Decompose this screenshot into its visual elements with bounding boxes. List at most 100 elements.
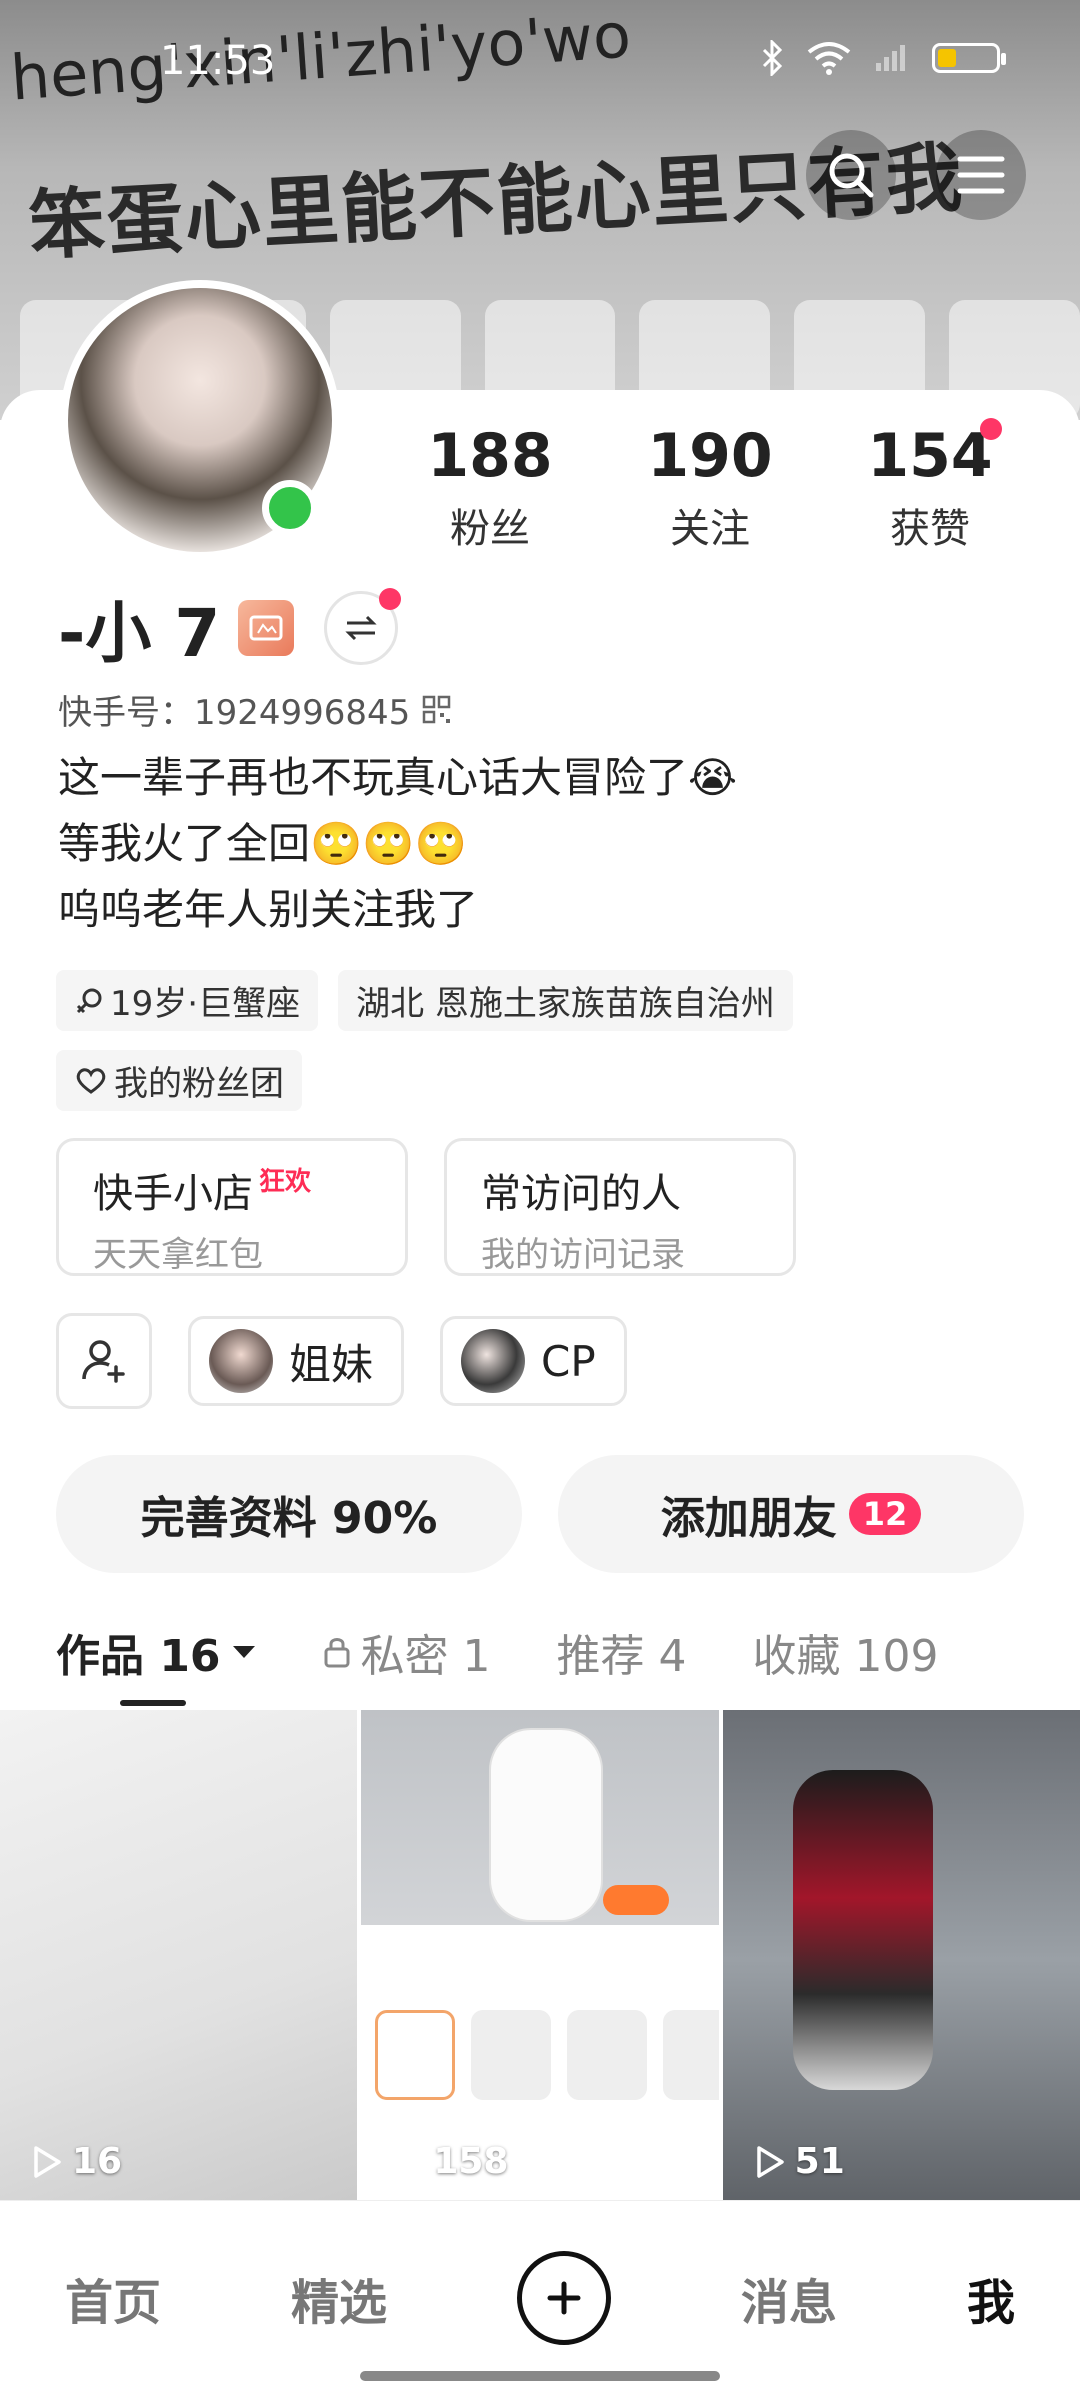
bottom-navigation: 首页 精选 消息 我 — [0, 2200, 1080, 2400]
play-count-value: 51 — [794, 2141, 845, 2182]
friend-chip-label: 姐妹 — [289, 1339, 374, 1389]
kuaishou-id[interactable]: 快手号：1924996845 — [58, 685, 452, 734]
friend-chip-label: CP — [541, 1336, 596, 1386]
active-tab-indicator — [120, 1700, 186, 1706]
play-count-value: 158 — [433, 2141, 509, 2182]
tag-age: 19岁·巨蟹座 — [56, 970, 319, 1031]
status-bar: 11:53 — [0, 30, 1080, 90]
profile-stats: 188 粉丝 190 关注 154 获赞 — [380, 418, 1040, 554]
stat-following-label: 关注 — [670, 506, 750, 552]
tag-age-text: 19岁·巨蟹座 — [110, 984, 301, 1024]
kuaishou-id-text: 快手号：1924996845 — [58, 693, 411, 733]
stat-likes[interactable]: 154 获赞 — [820, 418, 1040, 554]
thumbnail-slot — [375, 2010, 456, 2100]
tab-private-label: 私密 1 — [360, 1631, 491, 1682]
stat-likes-label: 获赞 — [890, 506, 970, 552]
nav-messages[interactable]: 消息 — [741, 2263, 837, 2333]
play-count: 16 — [32, 2141, 122, 2182]
tab-favorites-label: 收藏 109 — [752, 1631, 939, 1682]
tab-recommend[interactable]: 推荐 4 — [557, 1620, 687, 1684]
switch-red-dot — [379, 588, 402, 610]
status-icons — [760, 40, 1006, 76]
friend-avatar — [461, 1329, 526, 1393]
content-tabs: 作品 16 私密 1 推荐 4 收藏 109 — [56, 1620, 1046, 1684]
signal-icon — [876, 45, 905, 71]
complete-profile-button[interactable]: 完善资料 90% — [56, 1455, 522, 1573]
tab-private[interactable]: 私密 1 — [323, 1620, 491, 1684]
nav-me[interactable]: 我 — [967, 2263, 1015, 2333]
bluetooth-icon — [762, 40, 783, 76]
nav-featured[interactable]: 精选 — [291, 2263, 387, 2333]
fan-group-tag[interactable]: 我的粉丝团 — [56, 1050, 302, 1111]
create-button[interactable] — [516, 2251, 611, 2345]
stat-fans-value: 188 — [427, 421, 553, 491]
play-count-value: 16 — [72, 2141, 123, 2182]
gender-icon — [76, 988, 102, 1013]
add-friend-button[interactable]: 添加朋友 12 — [558, 1455, 1024, 1573]
visitors-entry-title: 常访问的人 — [481, 1171, 681, 1217]
stat-following[interactable]: 190 关注 — [600, 420, 820, 554]
level-badge-icon[interactable] — [238, 600, 295, 656]
online-indicator — [262, 480, 318, 536]
thumbnail-slot — [567, 2010, 648, 2100]
thumbnail-figure — [491, 1730, 602, 1920]
menu-icon — [957, 156, 1005, 194]
caret-down-icon — [232, 1646, 255, 1658]
tag-location-text: 湖北 恩施土家族苗族自治州 — [356, 984, 775, 1024]
likes-red-dot — [980, 418, 1002, 440]
status-time: 11:53 — [160, 38, 276, 84]
tag-location: 湖北 恩施土家族苗族自治州 — [338, 970, 793, 1031]
nav-home[interactable]: 首页 — [65, 2263, 161, 2333]
video-thumbnail[interactable]: 51 — [722, 1710, 1080, 2210]
friend-avatar — [209, 1329, 273, 1393]
tab-works-label: 作品 16 — [56, 1631, 221, 1682]
complete-profile-label: 完善资料 90% — [140, 1493, 438, 1544]
add-friend-square-button[interactable] — [56, 1313, 152, 1409]
profile-tags-2: 我的粉丝团 — [56, 1050, 302, 1111]
search-button[interactable] — [806, 130, 896, 220]
play-count: 158 — [393, 2141, 508, 2182]
bio-line: 呜呜老年人别关注我了 — [58, 885, 479, 934]
play-icon — [756, 2145, 784, 2178]
thumbnail-save-chip — [602, 1885, 669, 1915]
shop-hot-badge: 狂欢 — [259, 1167, 312, 1197]
add-friend-label: 添加朋友 — [660, 1493, 837, 1544]
video-thumbnail[interactable]: 16 — [0, 1710, 358, 2210]
video-grid: 16 158 51 — [0, 1710, 1080, 2210]
friend-chip-sisters[interactable]: 姐妹 — [188, 1316, 405, 1406]
add-user-icon — [82, 1340, 125, 1383]
menu-button[interactable] — [936, 130, 1026, 220]
friend-chip-cp[interactable]: CP — [440, 1316, 627, 1406]
add-friend-count-badge: 12 — [848, 1493, 922, 1535]
play-icon — [395, 2145, 423, 2178]
entry-row: 快手小店 狂欢 天天拿红包 常访问的人 我的访问记录 — [56, 1138, 796, 1276]
visitors-entry-subtitle: 我的访问记录 — [481, 1235, 685, 1275]
profile-tags: 19岁·巨蟹座 湖北 恩施土家族苗族自治州 — [56, 970, 793, 1031]
action-buttons: 完善资料 90% 添加朋友 12 — [56, 1455, 1024, 1573]
lock-icon — [324, 1638, 350, 1668]
search-icon — [829, 153, 874, 198]
visitors-entry[interactable]: 常访问的人 我的访问记录 — [444, 1138, 796, 1276]
thumbnail-slot — [663, 2010, 719, 2100]
tab-favorites[interactable]: 收藏 109 — [753, 1620, 939, 1684]
heart-icon — [76, 1067, 106, 1094]
profile-name: -小 7 — [58, 595, 221, 672]
qrcode-icon[interactable] — [422, 695, 452, 725]
tab-works[interactable]: 作品 16 — [56, 1620, 257, 1684]
profile-bio: 这一辈子再也不玩真心话大冒险了😭 等我火了全回🙄🙄🙄 呜呜老年人别关注我了 — [58, 745, 737, 943]
fan-group-text: 我的粉丝团 — [114, 1064, 284, 1104]
stat-fans[interactable]: 188 粉丝 — [380, 420, 600, 554]
video-thumbnail[interactable]: 158 — [361, 1710, 719, 2210]
stat-likes-value: 154 — [867, 421, 993, 491]
home-indicator[interactable] — [360, 2371, 720, 2381]
stat-fans-label: 粉丝 — [450, 506, 530, 552]
play-icon — [34, 2145, 61, 2178]
switch-account-button[interactable] — [324, 588, 402, 665]
stat-following-value: 190 — [647, 421, 773, 491]
tab-recommend-label: 推荐 4 — [556, 1631, 687, 1682]
shop-entry[interactable]: 快手小店 狂欢 天天拿红包 — [56, 1138, 408, 1276]
name-row: -小 7 — [58, 580, 402, 676]
bio-line: 这一辈子再也不玩真心话大冒险了😭 — [58, 753, 738, 802]
thumbnail-slot — [471, 2010, 552, 2100]
bio-line: 等我火了全回🙄🙄🙄 — [58, 819, 467, 868]
